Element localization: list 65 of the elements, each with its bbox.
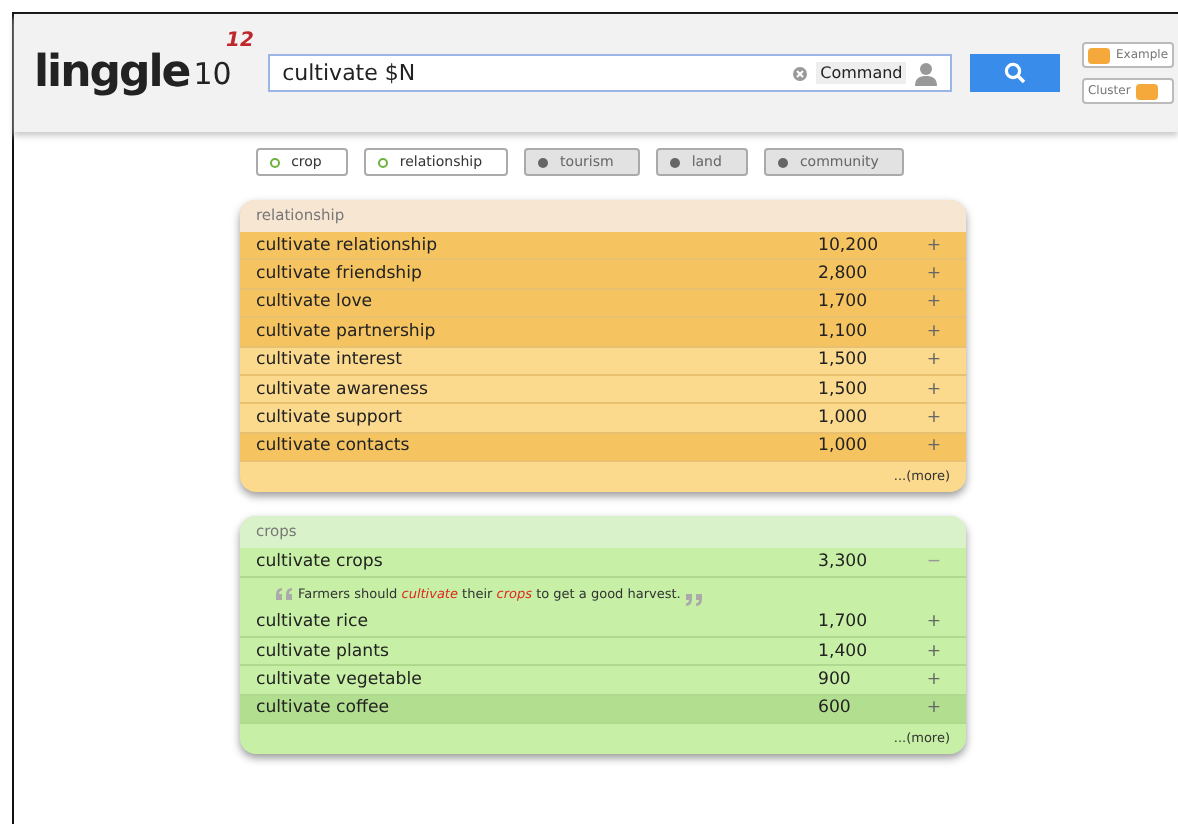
phrase-text: cultivate plants [256, 641, 391, 662]
logo-superscript: 12 [226, 30, 254, 52]
dot-icon [377, 157, 388, 167]
result-row[interactable]: cultivate relationship 10,200 + [240, 232, 966, 261]
phrase-text: cultivate relationship [256, 235, 440, 256]
expand-toggle[interactable]: + [918, 350, 950, 371]
result-row[interactable]: cultivate interest 1,500 + [240, 347, 966, 376]
phrase-text: cultivate vegetable [256, 669, 424, 690]
count-text: 2,800 [818, 264, 870, 285]
count-text: 10,200 [818, 235, 881, 256]
logo-text: linggle [34, 48, 190, 98]
phrase-text: cultivate awareness [256, 379, 430, 400]
count-text: 1,100 [818, 321, 870, 342]
phrase-text: cultivate love [256, 292, 375, 313]
result-row[interactable]: cultivate plants 1,400 + [240, 637, 966, 667]
person-icon[interactable] [914, 61, 939, 85]
count-text: 900 [818, 669, 853, 690]
result-row[interactable]: cultivate friendship 2,800 + [240, 260, 966, 290]
count-text: 1,000 [818, 436, 870, 457]
phrase-text: cultivate interest [256, 350, 405, 371]
result-row[interactable]: cultivate love 1,700 + [240, 289, 966, 319]
count-text: 1,000 [818, 408, 870, 429]
phrase-text: cultivate friendship [256, 264, 424, 285]
result-row[interactable]: cultivate coffee 600 + [240, 695, 966, 725]
search-icon [1004, 62, 1027, 84]
logo-version: 10 [193, 56, 232, 92]
expand-toggle[interactable]: + [918, 612, 950, 633]
expand-toggle[interactable]: + [918, 698, 950, 719]
phrase-text: cultivate crops [256, 551, 385, 572]
count-text: 1,700 [818, 292, 870, 313]
phrase-text: cultivate support [256, 408, 405, 429]
clear-icon[interactable] [792, 65, 809, 81]
dot-icon [269, 157, 280, 167]
result-row[interactable]: cultivate partnership 1,100 + [240, 318, 966, 348]
dot-icon [777, 157, 788, 167]
count-text: 1,500 [818, 379, 870, 400]
search-button[interactable] [970, 54, 1060, 92]
result-row[interactable]: cultivate contacts 1,000 + [240, 433, 966, 463]
expand-toggle[interactable]: + [918, 321, 950, 342]
dot-icon [669, 157, 680, 167]
open-quote-icon [276, 587, 292, 600]
count-text: 1,500 [818, 350, 870, 371]
phrase-text: cultivate contacts [256, 436, 412, 457]
command-button[interactable]: Command [816, 62, 907, 84]
dot-icon [538, 157, 549, 167]
close-quote-icon [686, 593, 703, 606]
result-row[interactable]: cultivate awareness 1,500 + [240, 375, 966, 405]
expand-toggle[interactable]: + [918, 379, 950, 400]
expand-toggle[interactable]: + [918, 436, 950, 457]
phrase-text: cultivate coffee [256, 698, 392, 719]
result-row[interactable]: cultivate rice 1,700 + [240, 609, 966, 638]
expand-toggle[interactable]: + [918, 235, 950, 256]
expand-toggle[interactable]: + [918, 264, 950, 285]
expand-toggle[interactable]: + [918, 408, 950, 429]
expand-toggle[interactable]: + [918, 669, 950, 690]
count-text: 3,300 [818, 551, 870, 572]
expand-toggle[interactable]: + [918, 641, 950, 662]
count-text: 600 [818, 698, 853, 719]
phrase-text: cultivate rice [256, 612, 370, 633]
count-text: 1,700 [818, 612, 870, 633]
search-field[interactable]: cultivate $N Command [268, 54, 953, 92]
count-text: 1,400 [818, 641, 870, 662]
phrase-text: cultivate partnership [256, 321, 438, 342]
result-row[interactable]: cultivate crops 3,300 − [240, 548, 966, 578]
expand-toggle[interactable]: + [918, 292, 950, 313]
